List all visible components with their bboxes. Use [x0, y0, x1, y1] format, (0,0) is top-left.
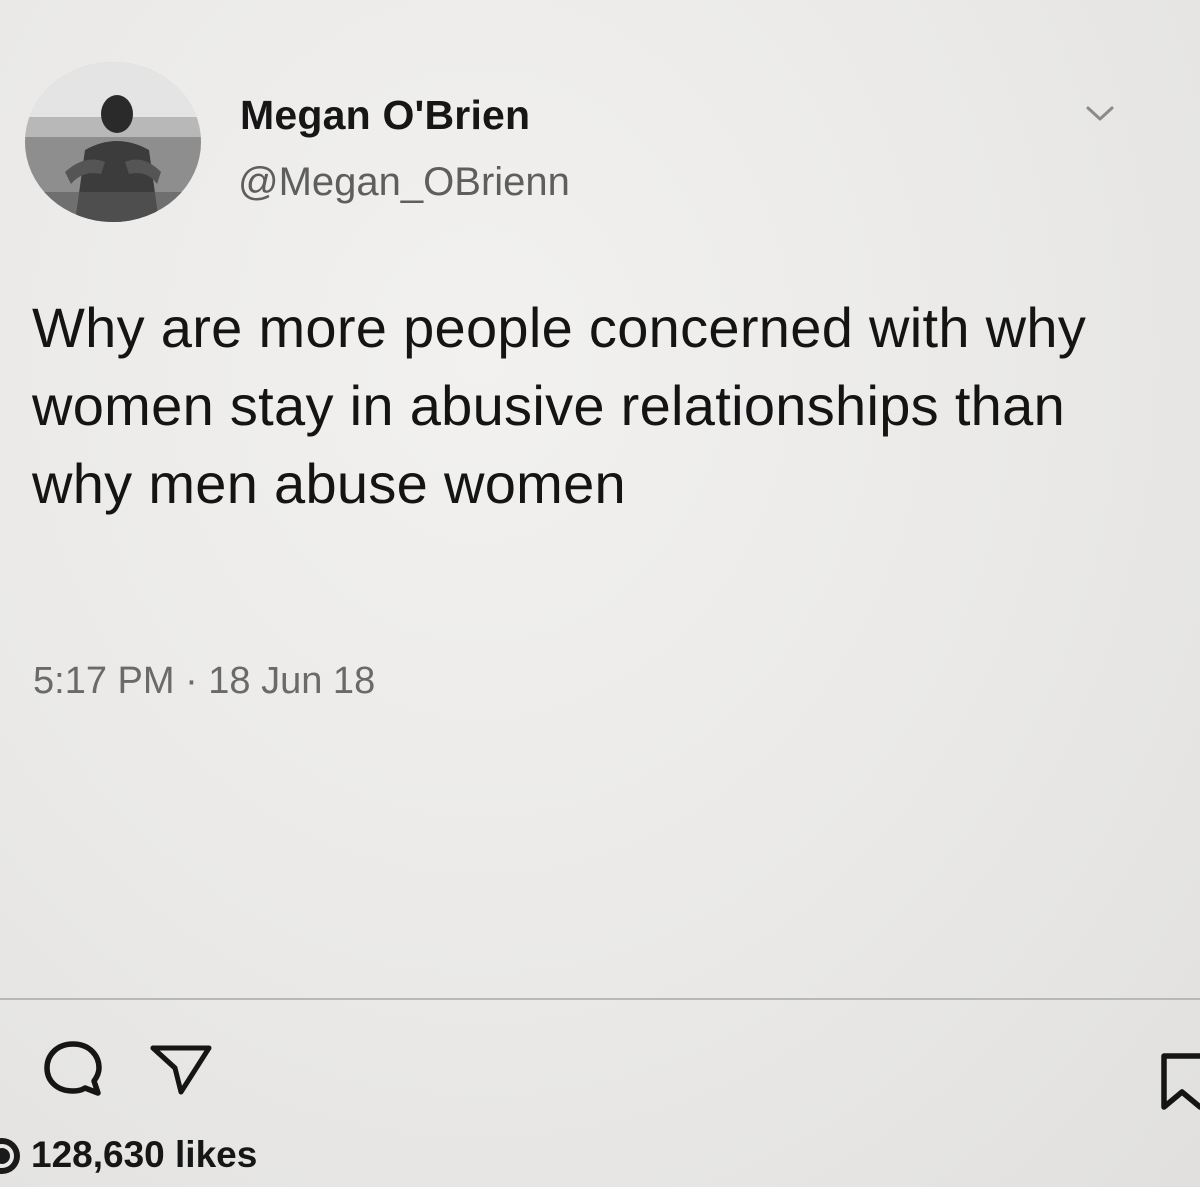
- likes-count: 128,630 likes: [31, 1134, 258, 1175]
- tweet-text: Why are more people concerned with why w…: [32, 296, 1087, 515]
- avatar[interactable]: [25, 62, 201, 222]
- avatar-photo: [25, 62, 201, 222]
- divider: [0, 998, 1200, 1000]
- timestamp[interactable]: 5:17 PM · 18 Jun 18: [33, 660, 375, 703]
- display-name[interactable]: Megan O'Brien: [240, 92, 530, 139]
- bookmark-icon[interactable]: [1158, 1052, 1200, 1112]
- liked-by-avatar-icon: [0, 1138, 20, 1174]
- comment-icon[interactable]: [40, 1038, 106, 1100]
- share-icon[interactable]: [148, 1040, 214, 1096]
- user-handle[interactable]: @Megan_OBrienn: [238, 160, 570, 205]
- chevron-down-icon[interactable]: [1082, 100, 1118, 126]
